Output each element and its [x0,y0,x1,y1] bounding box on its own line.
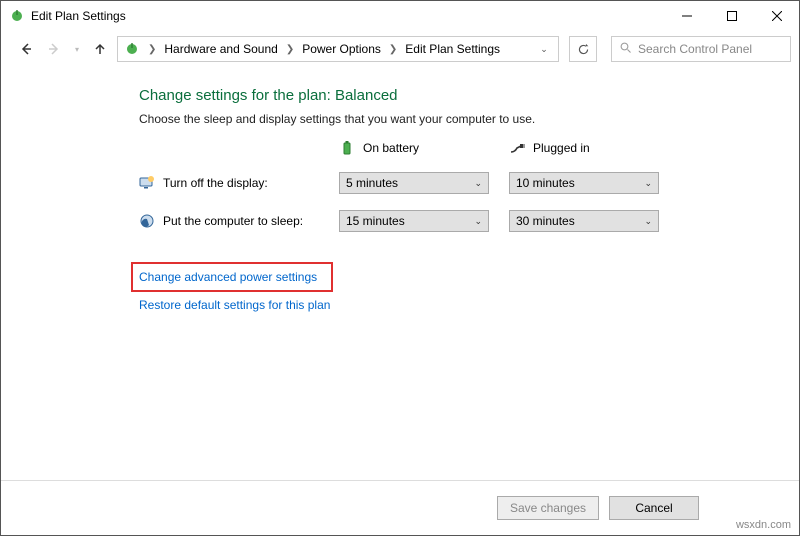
close-button[interactable] [754,1,799,31]
highlight-annotation: Change advanced power settings [131,262,333,292]
refresh-button[interactable] [569,36,597,62]
chevron-right-icon[interactable]: ❯ [389,44,397,55]
page-subtext: Choose the sleep and display settings th… [139,112,799,126]
plug-icon [509,140,525,156]
content-area: Change settings for the plan: Balanced C… [1,67,799,481]
row-computer-sleep: Put the computer to sleep: [139,213,319,229]
minimize-button[interactable] [664,1,709,31]
maximize-button[interactable] [709,1,754,31]
dropdown-value: 5 minutes [346,176,398,190]
plugged-in-label: Plugged in [533,141,590,155]
dropdown-value: 15 minutes [346,214,405,228]
chevron-down-icon[interactable]: ⌄ [536,44,552,55]
dropdown-value: 30 minutes [516,214,575,228]
links-area: Change advanced power settings Restore d… [139,262,799,322]
chevron-right-icon[interactable]: ❯ [148,44,156,55]
page-heading: Change settings for the plan: Balanced [139,87,799,104]
sleep-battery-dropdown[interactable]: 15 minutes ⌄ [339,210,489,232]
sleep-icon [139,213,155,229]
row-sleep-label: Put the computer to sleep: [163,214,303,228]
chevron-down-icon: ⌄ [644,216,652,227]
chevron-down-icon: ⌄ [644,178,652,189]
search-icon [620,42,632,57]
cancel-button[interactable]: Cancel [609,496,699,520]
restore-defaults-link[interactable]: Restore default settings for this plan [139,298,330,312]
search-input[interactable]: Search Control Panel [611,36,791,62]
change-advanced-link[interactable]: Change advanced power settings [139,270,317,284]
back-button[interactable] [15,38,37,60]
display-icon [139,175,155,191]
plugged-in-header: Plugged in [509,140,659,156]
dropdown-value: 10 minutes [516,176,575,190]
navbar: ▾ ❯ Hardware and Sound ❯ Power Options ❯… [1,31,799,67]
chevron-down-icon: ⌄ [474,216,482,227]
footer: Save changes Cancel [1,481,799,535]
window-controls [664,1,799,31]
watermark-text: wsxdn.com [736,519,791,531]
forward-button[interactable] [43,38,65,60]
save-changes-button[interactable]: Save changes [497,496,599,520]
up-button[interactable] [89,38,111,60]
on-battery-label: On battery [363,141,419,155]
address-bar[interactable]: ❯ Hardware and Sound ❯ Power Options ❯ E… [117,36,559,62]
settings-grid: On battery Plugged in Turn off the displ… [139,140,799,232]
row-display-label: Turn off the display: [163,176,268,190]
window: Edit Plan Settings ▾ ❯ Hardware and Soun… [0,0,800,536]
titlebar: Edit Plan Settings [1,1,799,31]
sleep-plugged-dropdown[interactable]: 30 minutes ⌄ [509,210,659,232]
recent-dropdown-icon[interactable]: ▾ [71,38,83,60]
on-battery-header: On battery [339,140,489,156]
chevron-right-icon[interactable]: ❯ [286,44,294,55]
window-title: Edit Plan Settings [31,9,664,23]
breadcrumb-segment[interactable]: Edit Plan Settings [405,42,500,56]
breadcrumb-segment[interactable]: Hardware and Sound [164,42,277,56]
power-options-icon [9,8,25,24]
display-battery-dropdown[interactable]: 5 minutes ⌄ [339,172,489,194]
chevron-down-icon: ⌄ [474,178,482,189]
breadcrumb-segment[interactable]: Power Options [302,42,381,56]
battery-icon [339,140,355,156]
search-placeholder: Search Control Panel [638,42,752,56]
display-plugged-dropdown[interactable]: 10 minutes ⌄ [509,172,659,194]
power-options-icon [124,41,140,57]
row-turn-off-display: Turn off the display: [139,175,319,191]
